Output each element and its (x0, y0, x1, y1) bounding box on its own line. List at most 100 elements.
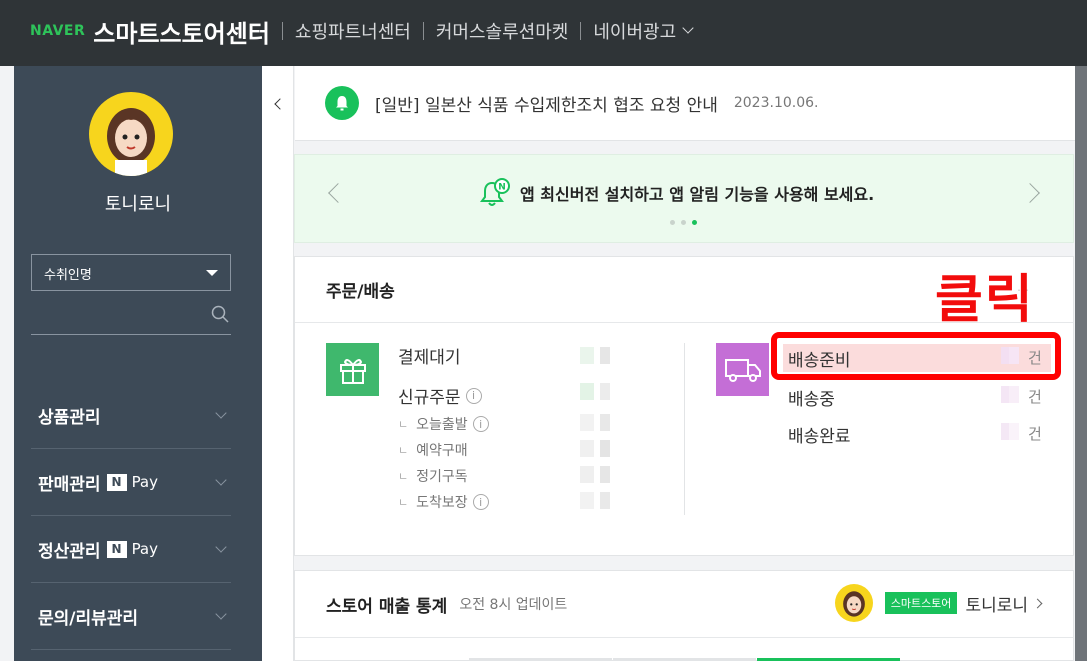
npay-pay-text: Pay (131, 473, 159, 491)
order-subrow-label: 도착보장 (416, 495, 468, 511)
username: 토니로니 (104, 194, 172, 215)
truck-glyph (724, 358, 761, 382)
nav-naver-ads[interactable]: 네이버광고 (593, 18, 694, 44)
chevron-down-icon (215, 407, 227, 419)
subitem-marker: ㄴ (398, 496, 409, 509)
app-notification-icon: N (480, 178, 510, 206)
caret-down-icon (206, 270, 218, 276)
count-placeholder (580, 347, 610, 364)
info-icon[interactable]: i (472, 494, 489, 510)
nav-shopping-partner[interactable]: 쇼핑파트너센터 (295, 18, 411, 44)
subitem-marker: ㄴ (398, 470, 409, 483)
sidebar-item-label-wrap: 판매관리 N Pay (38, 470, 158, 495)
npay-logo: N Pay (106, 473, 159, 491)
store-name: 토니로니 (965, 595, 1028, 616)
unit-label: 건 (1028, 425, 1042, 443)
app-title[interactable]: 스마트스토어센터 (93, 14, 270, 49)
gift-icon (326, 343, 379, 396)
avatar-illustration (842, 591, 865, 617)
annotation-red-box (771, 332, 1061, 380)
search-icon[interactable] (211, 305, 229, 323)
nav-commerce-market[interactable]: 커머스솔루션마켓 (436, 18, 568, 44)
section-divider (684, 343, 685, 515)
count-placeholder (580, 466, 610, 483)
nav-naver-ads-label: 네이버광고 (593, 22, 677, 43)
notice-date: 2023.10.06. (733, 95, 819, 111)
chevron-down-icon (215, 474, 227, 486)
order-subrow-label: 정기구독 (416, 469, 468, 485)
order-subrow-reservation[interactable]: ㄴ 예약구매 (398, 440, 468, 460)
main-content: [일반] 일본산 식품 수입제한조치 협조 요청 안내 2023.10.06. … (262, 66, 1075, 661)
count-placeholder (580, 492, 610, 509)
truck-icon (716, 343, 769, 396)
svg-text:N: N (498, 183, 506, 193)
nav-divider (580, 22, 582, 40)
order-subrow-label: 예약구매 (416, 443, 468, 459)
sidebar-item-label: 판매관리 (38, 474, 101, 495)
app-promo-banner[interactable]: N 앱 최신버전 설치하고 앱 알림 기능을 사용해 보세요. (294, 154, 1074, 243)
bell-icon (325, 86, 359, 120)
sidebar-item-label: 정산관리 (38, 541, 101, 562)
count-placeholder (1001, 423, 1019, 440)
order-subrow-label: 오늘출발 (416, 417, 468, 433)
orders-card: 주문/배송 ⋯ 결제대기 신규주문 i ㄴ 오늘출발 i ㄴ 예약구매 ㄴ 정기… (294, 256, 1074, 556)
order-row-new-order[interactable]: 신규주문 i (398, 383, 482, 408)
sidebar-collapse-toggle[interactable] (262, 66, 294, 661)
nav-divider (281, 22, 283, 40)
avatar[interactable] (89, 92, 173, 176)
info-icon[interactable]: i (472, 416, 489, 432)
sidebar-item-label: 문의/리뷰관리 (38, 608, 139, 629)
notice-bar[interactable]: [일반] 일본산 식품 수입제한조치 협조 요청 안내 2023.10.06. (295, 66, 1075, 141)
sidebar-item-settlement[interactable]: 정산관리 N Pay (31, 516, 231, 583)
sales-stats-update-time: 오전 8시 업데이트 (459, 597, 568, 613)
chevron-down-icon (215, 541, 227, 553)
sidebar: 토니로니 수취인명 상품관리 판매관리 N Pay 정산관리 N Pay 문의/… (14, 66, 262, 661)
page-edge (1075, 66, 1087, 661)
naver-logo[interactable]: NAVER (30, 23, 85, 39)
order-row-label: 결제대기 (398, 348, 461, 368)
sidebar-item-label: 상품관리 (38, 407, 101, 428)
info-icon[interactable]: i (465, 387, 482, 404)
carousel-dot[interactable] (670, 220, 675, 225)
sidebar-item-sales[interactable]: 판매관리 N Pay (31, 449, 231, 516)
npay-pay-text: Pay (131, 540, 159, 558)
order-row-payment-wait[interactable]: 결제대기 (398, 343, 461, 368)
nav-divider (422, 22, 424, 40)
avatar (834, 584, 873, 622)
banner-message-wrap: N 앱 최신버전 설치하고 앱 알림 기능을 사용해 보세요. (478, 177, 874, 209)
notice-title[interactable]: [일반] 일본산 식품 수입제한조치 협조 요청 안내 (375, 91, 718, 116)
order-subrow-arrival-guarantee[interactable]: ㄴ 도착보장 i (398, 492, 489, 512)
sidebar-item-inquiries[interactable]: 문의/리뷰관리 (31, 583, 231, 650)
carousel-dots (670, 220, 703, 225)
search-type-select[interactable]: 수취인명 (31, 254, 231, 291)
ship-row-in-transit[interactable]: 배송중 (788, 385, 835, 410)
carousel-prev-icon[interactable] (328, 183, 348, 203)
ship-row-delivered[interactable]: 배송완료 (788, 422, 851, 447)
chevron-left-icon (274, 98, 286, 110)
gift-glyph (339, 358, 366, 384)
avatar-illustration (107, 108, 155, 176)
chevron-down-icon (215, 608, 227, 620)
search-input[interactable] (31, 303, 231, 335)
sales-stats-card: 스토어 매출 통계 오전 8시 업데이트 스마트스토어 토니로니 (294, 570, 1074, 661)
chevron-right-icon (1032, 598, 1043, 608)
count-placeholder (580, 414, 610, 431)
banner-message: 앱 최신버전 설치하고 앱 알림 기능을 사용해 보세요. (520, 185, 875, 204)
store-type-badge: 스마트스토어 (884, 592, 958, 614)
sidebar-item-products[interactable]: 상품관리 (31, 382, 231, 449)
annotation-click-text: 클릭 (935, 270, 1035, 330)
order-subrow-today-ship[interactable]: ㄴ 오늘출발 i (398, 414, 489, 434)
subitem-marker: ㄴ (398, 444, 409, 457)
carousel-next-icon[interactable] (1020, 183, 1040, 203)
chevron-down-icon (682, 22, 694, 34)
carousel-dot-active[interactable] (692, 220, 697, 225)
sales-stats-title: 스토어 매출 통계 (326, 596, 448, 617)
count-placeholder (580, 440, 610, 457)
store-switcher[interactable]: 스마트스토어 토니로니 (834, 584, 1043, 622)
carousel-dot[interactable] (681, 220, 686, 225)
count-placeholder (580, 383, 610, 400)
order-row-label: 신규주문 (398, 388, 461, 408)
sidebar-menu: 상품관리 판매관리 N Pay 정산관리 N Pay 문의/리뷰관리 (31, 382, 231, 650)
order-subrow-subscription[interactable]: ㄴ 정기구독 (398, 466, 468, 486)
npay-logo: N Pay (106, 540, 159, 558)
